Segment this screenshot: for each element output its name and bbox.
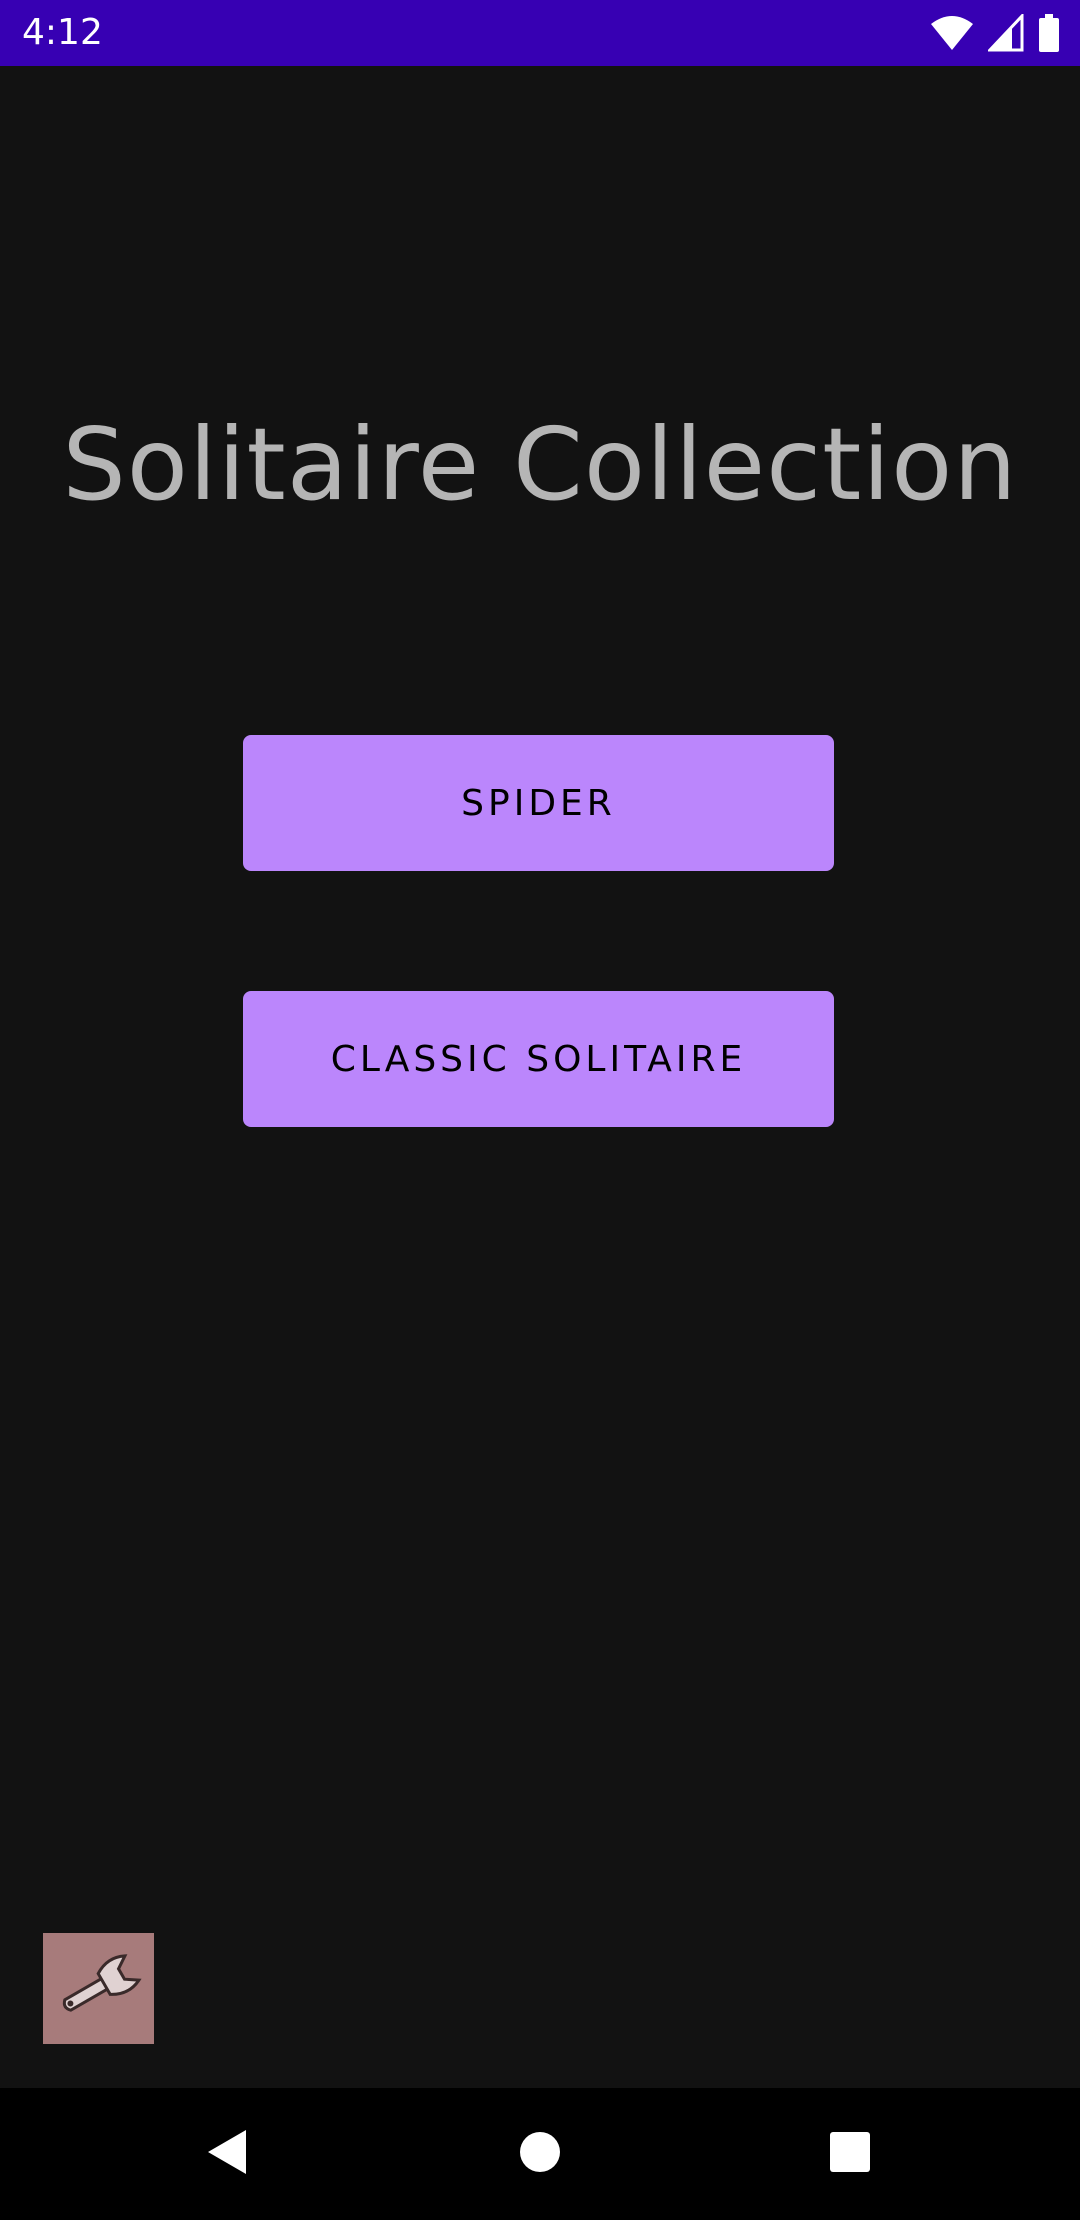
wifi-icon	[930, 14, 974, 52]
status-icons	[930, 12, 1060, 52]
navigation-bar	[0, 2088, 1080, 2220]
battery-icon	[1038, 14, 1060, 52]
cellular-signal-icon	[986, 12, 1024, 52]
app-screen: 4:12 Solitaire Collection SPIDER CLASSIC…	[0, 0, 1080, 2220]
wrench-icon	[49, 1937, 149, 2041]
spider-button[interactable]: SPIDER	[243, 735, 834, 871]
status-bar: 4:12	[0, 0, 1080, 66]
status-time: 4:12	[22, 12, 103, 53]
recents-icon	[828, 2130, 872, 2178]
classic-solitaire-button[interactable]: CLASSIC SOLITAIRE	[243, 991, 834, 1127]
recents-button[interactable]	[814, 2118, 886, 2190]
back-button[interactable]	[190, 2118, 262, 2190]
back-icon	[202, 2126, 250, 2182]
home-icon	[518, 2130, 562, 2178]
home-button[interactable]	[504, 2118, 576, 2190]
settings-button[interactable]	[43, 1933, 154, 2044]
app-title: Solitaire Collection	[62, 406, 1018, 523]
